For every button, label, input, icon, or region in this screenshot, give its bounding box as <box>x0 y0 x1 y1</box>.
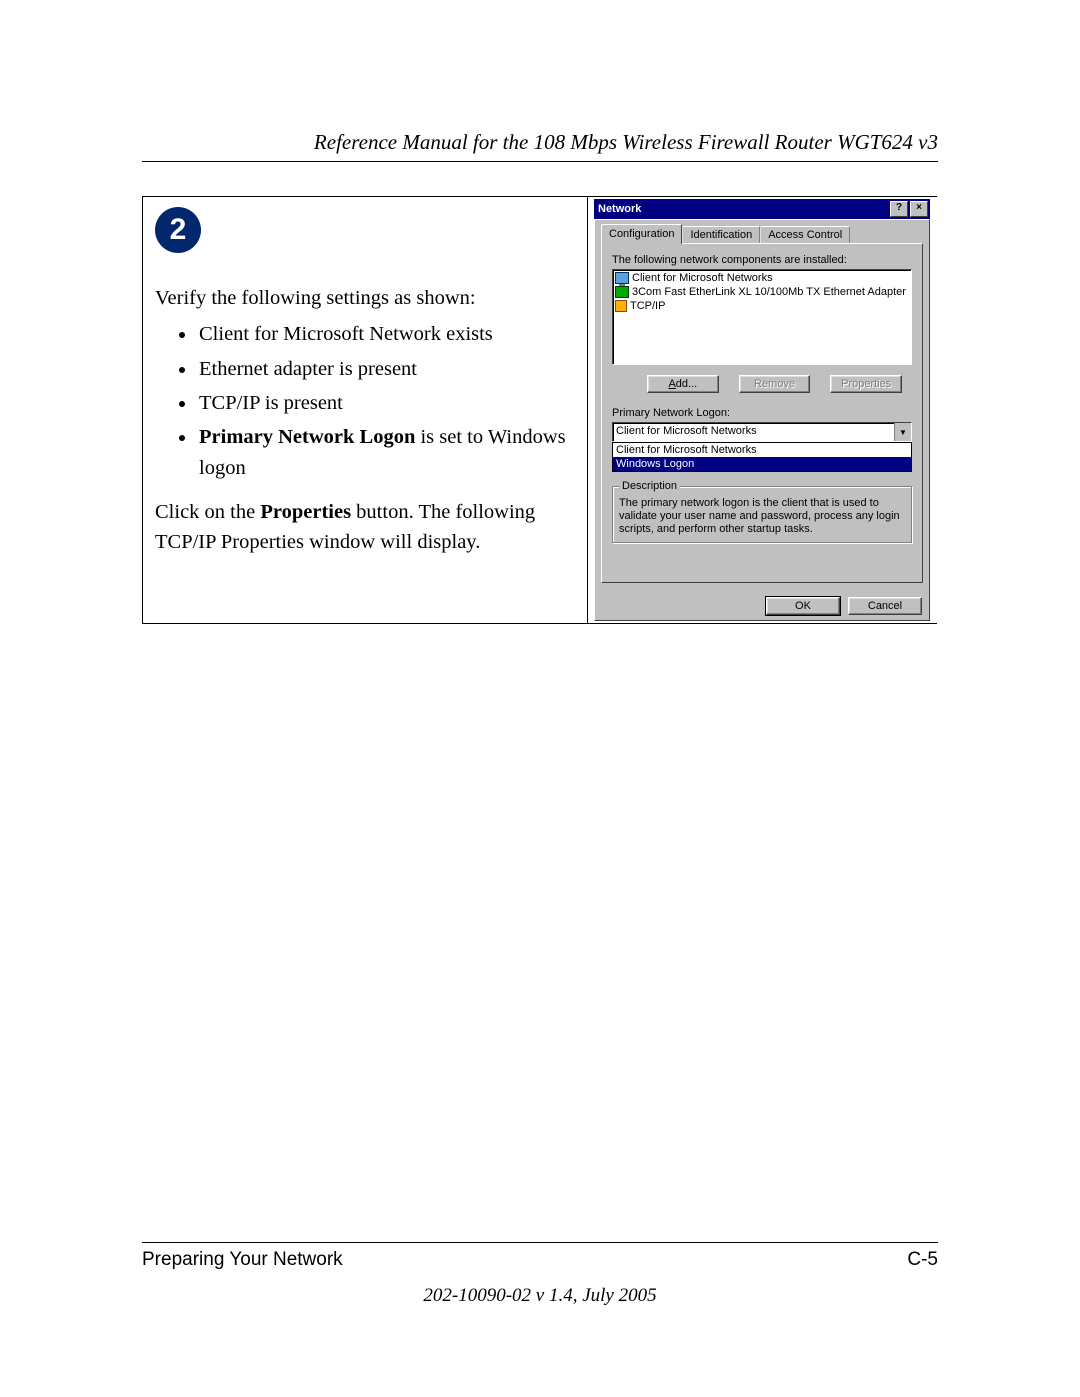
chevron-down-icon[interactable]: ▼ <box>894 423 911 441</box>
primary-logon-label: Primary Network Logon: <box>612 407 912 419</box>
instruction-column: 2 Verify the following settings as shown… <box>143 197 588 623</box>
tab-panel-configuration: The following network components are ins… <box>601 243 923 583</box>
primary-logon-dropdown[interactable]: Client for Microsoft Networks Windows Lo… <box>612 442 912 472</box>
list-item-label: TCP/IP <box>630 299 665 313</box>
list-item[interactable]: Client for Microsoft Networks <box>615 271 909 285</box>
footer-section: Preparing Your Network <box>142 1249 343 1271</box>
page-footer: Preparing Your Network C-5 202-10090-02 … <box>142 1242 938 1307</box>
list-item-label: Client for Microsoft Networks <box>632 271 773 285</box>
instruction-after: Click on the Properties button. The foll… <box>155 497 579 558</box>
list-item[interactable]: TCP/IP <box>615 299 909 313</box>
step-panel: 2 Verify the following settings as shown… <box>142 196 937 624</box>
description-groupbox: Description The primary network logon is… <box>612 486 912 543</box>
titlebar-close-button[interactable]: × <box>910 201 928 217</box>
titlebar-help-button[interactable]: ? <box>890 201 908 217</box>
list-item-label: 3Com Fast EtherLink XL 10/100Mb TX Ether… <box>632 285 906 299</box>
add-button[interactable]: Add... <box>647 375 719 393</box>
tab-strip: Configuration Identification Access Cont… <box>601 224 923 244</box>
description-legend: Description <box>619 480 680 493</box>
network-dialog: Network ? × Configuration Identification… <box>594 199 930 621</box>
combo-option-client[interactable]: Client for Microsoft Networks <box>613 443 911 457</box>
cancel-button[interactable]: Cancel <box>848 597 922 615</box>
footer-doc-id: 202-10090-02 v 1.4, July 2005 <box>142 1285 938 1307</box>
instruction-intro: Verify the following settings as shown: <box>155 283 579 313</box>
tab-access-control[interactable]: Access Control <box>760 226 850 244</box>
adapter-icon <box>615 286 629 298</box>
dialog-titlebar[interactable]: Network ? × <box>594 199 930 219</box>
primary-logon-value: Client for Microsoft Networks <box>613 423 894 441</box>
footer-page-number: C-5 <box>907 1249 938 1271</box>
remove-button[interactable]: Remove <box>739 375 811 393</box>
list-item[interactable]: 3Com Fast EtherLink XL 10/100Mb TX Ether… <box>615 285 909 299</box>
tab-configuration[interactable]: Configuration <box>601 224 682 244</box>
dialog-body: Configuration Identification Access Cont… <box>594 219 930 621</box>
instruction-text: Verify the following settings as shown: … <box>155 283 579 558</box>
components-label: The following network components are ins… <box>612 254 912 266</box>
bullet-primary-logon: Primary Network Logon is set to Windows … <box>197 422 579 483</box>
description-text: The primary network logon is the client … <box>619 497 900 535</box>
step-number-badge: 2 <box>155 207 201 253</box>
tab-identification[interactable]: Identification <box>682 226 760 244</box>
properties-button[interactable]: Properties <box>830 375 902 393</box>
components-listbox[interactable]: Client for Microsoft Networks 3Com Fast … <box>612 269 912 365</box>
dialog-title: Network <box>598 203 641 215</box>
page-header-title: Reference Manual for the 108 Mbps Wirele… <box>142 130 938 155</box>
screenshot-column: Network ? × Configuration Identification… <box>588 197 937 623</box>
after-bold: Properties <box>260 501 351 523</box>
ok-button[interactable]: OK <box>766 597 840 615</box>
footer-rule <box>142 1242 938 1243</box>
primary-logon-combo[interactable]: Client for Microsoft Networks ▼ <box>612 422 912 442</box>
combo-option-windows-logon[interactable]: Windows Logon <box>613 457 911 471</box>
add-button-rest: dd... <box>676 378 697 390</box>
bullet-primary-logon-bold: Primary Network Logon <box>199 426 415 448</box>
client-icon <box>615 272 629 284</box>
bullet-tcpip: TCP/IP is present <box>197 388 579 418</box>
protocol-icon <box>615 300 627 312</box>
bullet-client: Client for Microsoft Network exists <box>197 319 579 349</box>
header-rule <box>142 161 938 162</box>
bullet-adapter: Ethernet adapter is present <box>197 354 579 384</box>
after-part1: Click on the <box>155 501 260 523</box>
